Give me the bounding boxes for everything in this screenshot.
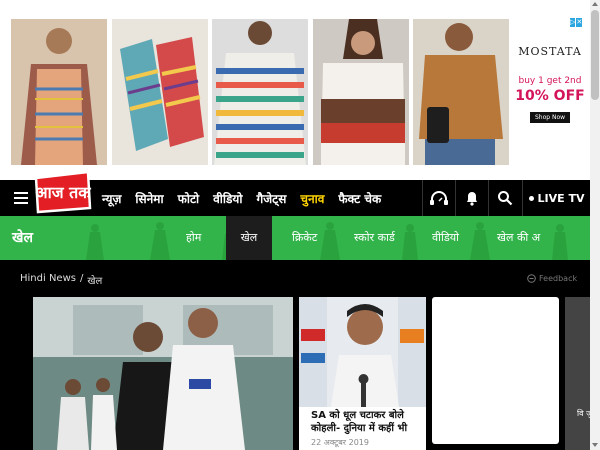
scroll-up-arrow-icon[interactable] bbox=[592, 2, 598, 6]
placeholder-card[interactable] bbox=[432, 297, 559, 444]
page-scrollbar[interactable] bbox=[590, 0, 600, 450]
featured-story-card[interactable] bbox=[33, 297, 293, 450]
podcast-button[interactable] bbox=[422, 180, 454, 216]
logo-text: आज तक bbox=[35, 183, 91, 202]
live-tv-label: LIVE TV bbox=[537, 191, 585, 205]
nav-item-photo[interactable]: फोटो bbox=[178, 190, 200, 207]
ad-copy[interactable]: MOSTATA buy 1 get 2nd 10% OFF Shop Now bbox=[510, 19, 590, 165]
scroll-thumb[interactable] bbox=[591, 10, 599, 100]
nav-item-news[interactable]: न्यूज़ bbox=[102, 190, 121, 207]
headphones-icon bbox=[429, 191, 448, 205]
news-card-date: 22 अक्टूबर 2019 bbox=[311, 438, 369, 447]
scroll-down-arrow-icon[interactable] bbox=[592, 443, 598, 447]
nav-item-video[interactable]: वीडियो bbox=[213, 190, 242, 207]
nav-item-cinema[interactable]: सिनेमा bbox=[135, 190, 163, 207]
breadcrumb-current: खेल bbox=[87, 276, 103, 287]
ad-offer-line2: 10% OFF bbox=[515, 88, 585, 104]
ad-banner[interactable]: ▷ ✕ MOSTATA buy 1 get 2nd 10% OFF Shop No… bbox=[0, 0, 590, 180]
feedback-link[interactable]: Feedback bbox=[527, 274, 577, 283]
nav-item-gadgets[interactable]: गैजेट्स bbox=[257, 190, 287, 207]
ad-image-turtleneck[interactable] bbox=[413, 19, 509, 165]
news-card[interactable]: SA को धूल चटाकर बोले कोहली- दुनिया में क… bbox=[299, 297, 426, 450]
feedback-label: Feedback bbox=[539, 274, 578, 283]
partial-story-text: वि जु bbox=[577, 409, 590, 418]
nav-item-election[interactable]: चुनाव bbox=[300, 190, 324, 207]
live-tv-button[interactable]: LIVE TV bbox=[522, 180, 590, 216]
main-nav: न्यूज़ सिनेमा फोटो वीडियो गैजेट्स चुनाव … bbox=[102, 180, 381, 216]
aajtak-logo[interactable]: आज तक bbox=[32, 168, 94, 214]
ad-image-striped-sweater[interactable] bbox=[212, 19, 308, 165]
tab-cricket[interactable]: क्रिकेट bbox=[292, 216, 317, 260]
bell-icon bbox=[466, 192, 477, 206]
nav-item-fact-check[interactable]: फैक्ट चेक bbox=[338, 190, 381, 207]
featured-story-image bbox=[33, 297, 293, 450]
ad-image-block-sweater[interactable] bbox=[313, 19, 409, 165]
tab-home[interactable]: होम bbox=[186, 216, 201, 260]
tab-video[interactable]: वीडियो bbox=[432, 216, 459, 260]
breadcrumb: Hindi News / खेल bbox=[20, 273, 102, 287]
ad-shop-now-button[interactable]: Shop Now bbox=[529, 112, 571, 123]
breadcrumb-separator: / bbox=[79, 273, 84, 284]
tab-sports[interactable]: खेल bbox=[226, 216, 272, 260]
tab-sports-more[interactable]: खेल की अ bbox=[497, 216, 540, 260]
ad-image-cardigan[interactable] bbox=[11, 19, 107, 165]
breadcrumb-home-link[interactable]: Hindi News bbox=[20, 273, 76, 287]
partial-story-card[interactable]: वि जु bbox=[565, 297, 590, 450]
news-card-image bbox=[299, 297, 426, 407]
feedback-icon bbox=[527, 274, 536, 283]
hamburger-menu-icon[interactable] bbox=[14, 192, 28, 204]
ad-brand: MOSTATA bbox=[518, 45, 582, 58]
ad-image-gloves[interactable] bbox=[112, 19, 208, 165]
search-icon bbox=[497, 191, 512, 206]
ad-offer-line1: buy 1 get 2nd bbox=[518, 76, 582, 86]
news-card-title[interactable]: SA को धूल चटाकर बोले कोहली- दुनिया में क… bbox=[311, 409, 421, 435]
live-dot-icon bbox=[528, 195, 534, 201]
search-button[interactable] bbox=[488, 180, 520, 216]
section-bar: खेल होम खेल क्रिकेट स्कोर कार्ड वीडियो ख… bbox=[0, 216, 590, 260]
notification-button[interactable] bbox=[455, 180, 487, 216]
section-title: खेल bbox=[12, 230, 33, 246]
tab-scorecard[interactable]: स्कोर कार्ड bbox=[354, 216, 395, 260]
